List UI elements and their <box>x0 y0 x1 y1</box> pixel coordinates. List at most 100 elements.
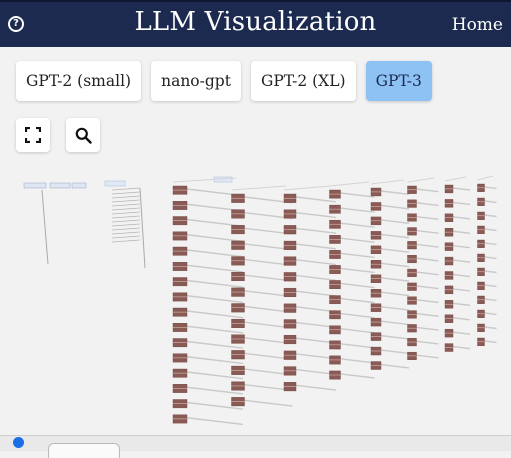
expand-icon <box>25 127 41 143</box>
layer-arm <box>340 207 375 213</box>
model-button-gpt2-small[interactable]: GPT-2 (small) <box>16 61 142 101</box>
mini-layer <box>111 223 141 227</box>
layer-arm <box>380 204 410 210</box>
layer-arm <box>484 256 497 260</box>
layer-arm <box>380 233 410 239</box>
mini-layer <box>111 215 141 219</box>
layer-arm <box>484 242 497 246</box>
column-top-edge <box>444 176 467 182</box>
layer-arm <box>380 219 410 224</box>
layer-arm <box>295 384 337 391</box>
layer-arm <box>484 326 497 330</box>
layer-arm <box>340 343 375 349</box>
layer-arm <box>452 259 471 263</box>
status-dot[interactable] <box>13 437 24 448</box>
layer-arm <box>452 187 471 191</box>
layer-arm <box>452 317 471 321</box>
mini-layer <box>111 195 141 199</box>
layer-arm <box>295 243 337 250</box>
layer-arm <box>416 340 439 345</box>
layer-arm <box>452 244 471 249</box>
layer-arm <box>340 282 375 289</box>
mini-model-label <box>71 182 87 189</box>
mini-model-label <box>49 182 71 189</box>
mini-layer <box>111 203 141 207</box>
layer-arm <box>340 267 375 274</box>
search-button[interactable] <box>66 118 100 152</box>
layer-arm <box>416 285 439 290</box>
layer-arm <box>416 271 439 276</box>
column-top-edge <box>231 185 287 191</box>
layer-arm <box>452 201 471 206</box>
layer-arm <box>416 257 439 262</box>
column-top-edge <box>477 175 494 181</box>
layer-arm <box>452 216 471 220</box>
layer-arm <box>416 243 439 248</box>
layer-arm <box>380 248 410 253</box>
layer-arm <box>380 363 410 369</box>
layer-arm <box>380 291 410 297</box>
model-button-gpt3[interactable]: GPT-3 <box>365 61 432 101</box>
layer-arm <box>484 298 497 302</box>
layer-arm <box>340 327 375 334</box>
mini-layer <box>111 227 141 231</box>
layer-arm <box>186 234 244 243</box>
layer-arm <box>340 252 375 259</box>
layer-arm <box>340 373 375 379</box>
layer-arm <box>380 334 410 340</box>
layer-arm <box>340 297 375 304</box>
layer-arm <box>416 229 439 234</box>
layer-arm <box>484 284 497 288</box>
layer-arm <box>186 279 244 288</box>
layer-arm <box>484 200 497 204</box>
layer-arm <box>452 230 471 234</box>
mini-layer <box>111 199 141 203</box>
layer-arm <box>416 312 439 317</box>
mini-model-label <box>104 180 126 187</box>
layer-arm <box>416 299 439 304</box>
layer-arm <box>340 237 375 244</box>
mini-layer <box>111 207 141 211</box>
layer-arm <box>340 312 375 319</box>
model-selector: GPT-2 (small) nano-gpt GPT-2 (XL) GPT-3 <box>16 61 432 101</box>
column-top-edge <box>407 177 435 183</box>
layer-arm <box>484 340 497 344</box>
layer-arm <box>452 273 471 278</box>
layer-arm <box>416 215 439 221</box>
mini-layer <box>111 231 141 235</box>
mini-model-stem <box>139 187 146 269</box>
mini-layer <box>111 187 141 191</box>
layer-arm <box>452 345 471 350</box>
layer-arm <box>452 288 471 292</box>
page-title: LLM Visualization <box>134 7 377 37</box>
layer-arm <box>484 228 497 232</box>
home-link[interactable]: Home <box>452 15 503 35</box>
layer-arm <box>186 295 244 304</box>
layer-arm <box>484 186 497 190</box>
expand-button[interactable] <box>16 118 50 152</box>
layer-arm <box>340 192 375 198</box>
model-button-nano-gpt[interactable]: nano-gpt <box>151 61 241 101</box>
mini-layer <box>111 211 141 215</box>
layer-arm <box>380 262 410 268</box>
layer-arm <box>186 249 244 258</box>
model-button-gpt2-xl[interactable]: GPT-2 (XL) <box>250 61 356 101</box>
top-bar: ? LLM Visualization Home <box>0 0 511 47</box>
layer-arm <box>295 259 337 266</box>
layer-arm <box>186 417 244 426</box>
layer-arm <box>416 188 439 193</box>
layer-arm <box>452 331 471 335</box>
layer-arm <box>244 399 293 407</box>
layer-arm <box>295 227 337 234</box>
layer-arm <box>295 274 337 281</box>
layer-arm <box>416 354 439 359</box>
layer-arm <box>484 214 497 218</box>
layer-arm <box>340 358 375 364</box>
column-top-edge <box>283 185 331 191</box>
layer-arm <box>340 222 375 228</box>
llm-3d-canvas[interactable] <box>0 168 511 435</box>
mini-layer <box>111 239 141 243</box>
mini-model-label <box>23 182 47 189</box>
column-top-edge <box>370 179 405 185</box>
layer-arm <box>484 270 497 274</box>
